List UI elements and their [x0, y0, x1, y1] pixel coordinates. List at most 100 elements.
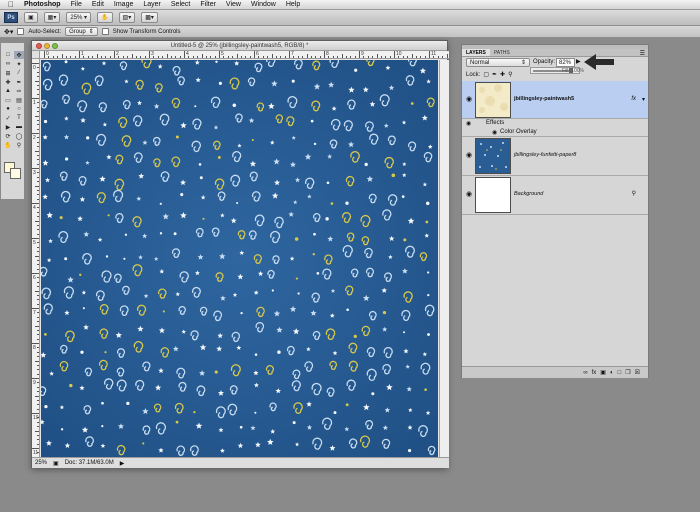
layer-name[interactable]: jbillingsley-paintwash5 — [514, 96, 574, 102]
tab-layers[interactable]: LAYERS — [462, 49, 490, 56]
quick-select-tool-icon[interactable]: ✦ — [14, 60, 24, 68]
visibility-eye-icon[interactable]: ◉ — [466, 95, 472, 103]
fx-badge[interactable]: fx — [631, 96, 636, 102]
color-overlay-row[interactable]: ◉ Color Overlay — [462, 128, 648, 137]
3d-rotate-tool-icon[interactable]: ⟳ — [3, 132, 13, 140]
ruler-minor-tick — [37, 303, 39, 305]
layer-row-funfetti[interactable]: ◉ jbillingsley-funfetti-paper8 — [462, 137, 648, 176]
apple-menu-icon[interactable]:  — [8, 0, 14, 9]
horizontal-ruler[interactable]: 0 1 2 3 4 5 6 7 8 9 10 11 — [40, 51, 449, 59]
dot-confetti — [353, 334, 357, 339]
zoom-icon[interactable] — [52, 43, 58, 49]
ruler-minor-tick — [262, 56, 264, 58]
ruler-minor-tick — [37, 181, 39, 183]
add-mask-icon[interactable]: ▣ — [600, 369, 606, 376]
shape-tool-icon[interactable]: ▬ — [14, 123, 24, 131]
move-tool-icon[interactable]: ✥▾ — [4, 28, 13, 36]
trash-icon[interactable]: ☒ — [635, 369, 640, 376]
menu-file[interactable]: File — [71, 1, 82, 8]
visibility-eye-icon[interactable]: ◉ — [466, 151, 472, 159]
show-transform-checkbox[interactable] — [101, 28, 109, 35]
status-doc-size[interactable]: Doc: 37.1M/63.0M — [65, 460, 114, 466]
pen-tool-icon[interactable]: ✓ — [3, 114, 13, 122]
adjustment-layer-icon[interactable]: ◐ — [610, 370, 614, 376]
gradient-tool-icon[interactable]: ▤ — [14, 96, 24, 104]
close-icon[interactable] — [36, 43, 42, 49]
hand-tool-icon[interactable]: ✋ — [3, 141, 13, 149]
zoom-tool-icon[interactable]: ⚲ — [14, 141, 24, 149]
lock-position-icon[interactable]: ✚ — [500, 71, 505, 78]
status-menu-arrow-icon[interactable]: ▶ — [120, 460, 125, 467]
expand-effects-icon[interactable]: ▾ — [642, 96, 645, 103]
ruler-minor-tick — [192, 56, 194, 58]
lock-pixels-icon[interactable]: ✒ — [492, 71, 497, 78]
lasso-tool-icon[interactable]: ∞ — [3, 60, 13, 68]
menu-select[interactable]: Select — [171, 1, 190, 8]
menu-image[interactable]: Image — [114, 1, 133, 8]
opacity-input[interactable]: 82% — [556, 58, 575, 67]
lock-all-icon[interactable]: ⚲ — [508, 71, 512, 78]
color-overlay-visibility-eye-icon[interactable]: ◉ — [492, 129, 497, 136]
3d-orbit-tool-icon[interactable]: ◯ — [14, 132, 24, 140]
ruler-minor-tick — [37, 119, 39, 121]
blur-tool-icon[interactable]: ● — [3, 105, 13, 113]
path-select-tool-icon[interactable]: ▶ — [3, 123, 13, 131]
marquee-tool-icon[interactable]: □ — [3, 51, 13, 59]
ruler-label: 4 — [186, 51, 189, 57]
ruler-label: 5 — [33, 240, 36, 246]
new-group-icon[interactable]: □ — [618, 370, 622, 376]
vertical-ruler[interactable]: 0 1 2 3 4 5 6 7 8 9 10 11 — [32, 59, 40, 457]
effects-row[interactable]: ◉ Effects — [462, 119, 648, 128]
effects-visibility-eye-icon[interactable]: ◉ — [466, 120, 471, 127]
status-zoom[interactable]: 25% — [35, 460, 47, 466]
menu-edit[interactable]: Edit — [92, 1, 104, 8]
dot-confetti — [403, 331, 406, 334]
minimize-icon[interactable] — [44, 43, 50, 49]
screen-mode-button[interactable]: ▩▾ — [141, 12, 158, 23]
zoom-level-dropdown[interactable]: 25% ▾ — [66, 12, 92, 23]
vertical-scrollbar[interactable] — [439, 60, 449, 457]
eyedropper-tool-icon[interactable]: ⁄ — [14, 69, 24, 77]
history-brush-tool-icon[interactable]: ✑ — [14, 87, 24, 95]
menu-view[interactable]: View — [226, 1, 241, 8]
crop-tool-icon[interactable]: ⊞ — [3, 69, 13, 77]
background-color-swatch[interactable] — [10, 168, 21, 179]
ruler-minor-tick — [37, 128, 39, 130]
auto-select-checkbox[interactable] — [17, 28, 25, 35]
healing-tool-icon[interactable]: ✚ — [3, 78, 13, 86]
document-title-bar[interactable]: Untitled-5 @ 25% (jbillingsley-paintwash… — [32, 41, 447, 51]
panel-menu-icon[interactable]: ☰ — [640, 50, 645, 57]
arrange-documents-button[interactable]: ▧▾ — [118, 12, 136, 23]
auto-select-dropdown[interactable]: Group ⇕ — [65, 27, 98, 36]
fx-icon[interactable]: fx — [592, 370, 597, 376]
brush-tool-icon[interactable]: ✒ — [14, 78, 24, 86]
view-extras-button[interactable]: ▦▾ — [43, 12, 61, 23]
link-layers-icon[interactable]: ∞ — [583, 370, 587, 376]
layer-row-paintwash[interactable]: ◉ jbillingsley-paintwash5 fx ▾ — [462, 81, 648, 119]
layer-name[interactable]: Background — [514, 191, 543, 197]
layer-row-background[interactable]: ◉ Background ⚲ — [462, 176, 648, 215]
menu-filter[interactable]: Filter — [200, 1, 216, 8]
menu-help[interactable]: Help — [286, 1, 300, 8]
ruler-origin[interactable] — [32, 51, 40, 59]
dot-confetti — [159, 202, 162, 205]
new-layer-icon[interactable]: ❐ — [625, 369, 630, 376]
image-canvas[interactable] — [41, 60, 438, 457]
menu-window[interactable]: Window — [251, 1, 276, 8]
visibility-eye-icon[interactable]: ◉ — [466, 190, 472, 198]
move-tool-icon[interactable]: ✥ — [14, 51, 24, 59]
tab-paths[interactable]: PATHS — [490, 49, 514, 56]
dodge-tool-icon[interactable]: ○ — [14, 105, 24, 113]
hand-tool-button[interactable]: ✋ — [97, 12, 113, 23]
lock-transparency-icon[interactable]: ▢ — [483, 71, 489, 78]
menu-layer[interactable]: Layer — [143, 1, 161, 8]
ruler-minor-tick — [37, 106, 39, 108]
layer-name[interactable]: jbillingsley-funfetti-paper8 — [514, 152, 576, 158]
eraser-tool-icon[interactable]: ▭ — [3, 96, 13, 104]
type-tool-icon[interactable]: T — [14, 114, 24, 122]
app-menu[interactable]: Photoshop — [24, 1, 61, 8]
opacity-slider-toggle-icon[interactable]: ▶ — [576, 58, 581, 65]
stamp-tool-icon[interactable]: ▲ — [3, 87, 13, 95]
bridge-button[interactable]: ▣ — [24, 12, 38, 23]
blend-mode-dropdown[interactable]: Normal ⇕ — [466, 58, 530, 67]
